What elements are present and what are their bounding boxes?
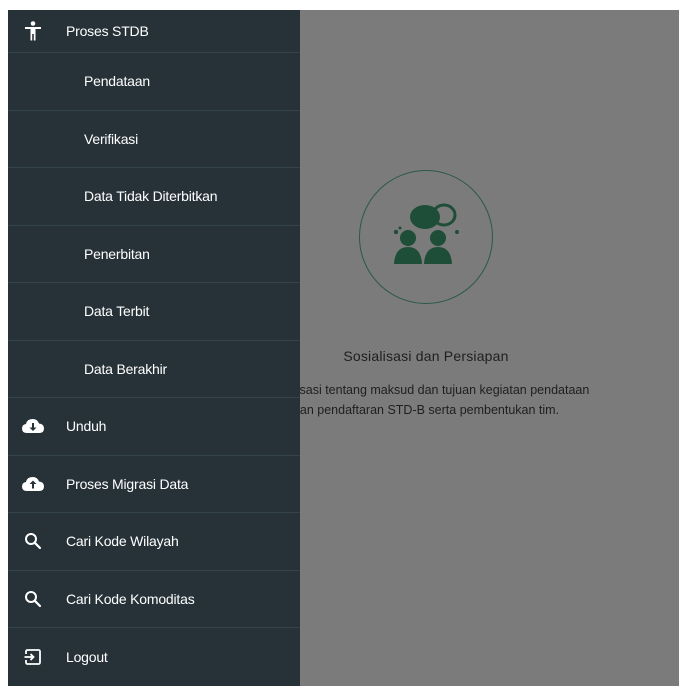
submenu-item-label: Data Tidak Diterbitkan [84, 188, 218, 205]
cloud-upload-icon [22, 473, 44, 495]
menu-item-proses-stdb[interactable]: Proses STDB [8, 10, 300, 53]
navigation-drawer: Proses STDB Pendataan Verifikasi Data Ti… [8, 10, 300, 686]
submenu-item-data-terbit[interactable]: Data Terbit [8, 283, 300, 341]
submenu-item-penerbitan[interactable]: Penerbitan [8, 226, 300, 283]
search-icon [22, 530, 44, 552]
submenu-item-pendataan[interactable]: Pendataan [8, 53, 300, 111]
submenu-item-label: Penerbitan [84, 245, 150, 262]
menu-item-cari-kode-komoditas[interactable]: Cari Kode Komoditas [8, 571, 300, 628]
menu-item-cari-kode-wilayah[interactable]: Cari Kode Wilayah [8, 513, 300, 571]
submenu-item-label: Verifikasi [84, 130, 139, 147]
search-icon [22, 588, 44, 610]
submenu-item-label: Pendataan [84, 73, 150, 90]
discussion-icon [393, 203, 459, 264]
menu-item-unduh[interactable]: Unduh [8, 398, 300, 456]
top-margin [0, 0, 683, 10]
accessibility-icon [22, 20, 44, 42]
submenu-item-label: Data Terbit [84, 303, 150, 320]
submenu-item-verifikasi[interactable]: Verifikasi [8, 111, 300, 168]
submenu-item-data-berakhir[interactable]: Data Berakhir [8, 341, 300, 398]
submenu-item-data-tidak-diterbitkan[interactable]: Data Tidak Diterbitkan [8, 168, 300, 226]
logout-icon [22, 646, 44, 668]
discussion-icon-circle [359, 170, 493, 304]
submenu-item-label: Data Berakhir [84, 360, 167, 377]
menu-item-logout[interactable]: Logout [8, 628, 300, 686]
cloud-download-icon [22, 415, 44, 437]
menu-item-proses-migrasi-data[interactable]: Proses Migrasi Data [8, 456, 300, 513]
